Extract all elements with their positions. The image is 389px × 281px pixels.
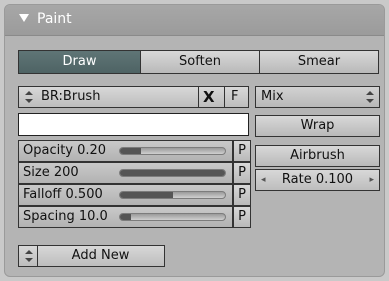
pressure-toggle-button[interactable]: P [233,184,251,206]
fake-user-button[interactable]: F [231,89,238,104]
brush-name[interactable]: BR:Brush [41,89,100,104]
divider [198,87,199,107]
blend-mode-value: Mix [261,89,284,104]
slider-label: Falloff 0.500 [23,187,103,202]
slider[interactable]: Falloff 0.500 [18,184,233,206]
slider-fill [120,214,131,220]
browse-icon[interactable] [25,250,33,262]
brush-color-swatch[interactable] [18,113,249,136]
airbrush-button[interactable]: Airbrush [255,145,380,167]
tab-smear[interactable]: Smear [259,50,379,74]
tab-draw[interactable]: Draw [18,50,141,74]
increment-arrow-icon[interactable]: ▸ [369,170,374,190]
slider-track[interactable] [119,147,226,155]
divider [224,87,225,107]
panel-title: Paint [37,11,72,27]
decrement-arrow-icon[interactable]: ◂ [261,170,266,190]
pressure-toggle-button[interactable]: P [233,206,251,228]
collapse-arrow-icon[interactable] [19,14,29,22]
panel-header[interactable]: Paint [5,5,384,36]
slider-label: Spacing 10.0 [23,209,108,224]
slider-fill [120,148,141,154]
clear-brush-button[interactable]: X [203,88,215,106]
dropdown-arrows-icon [366,91,374,103]
slider-label: Size 200 [23,165,79,180]
brush-datablock-field[interactable]: BR:Brush X F [18,86,249,108]
slider[interactable]: Opacity 0.20 [18,140,233,162]
slider-track[interactable] [119,191,226,199]
blend-mode-select[interactable]: Mix [255,86,380,108]
slider-track[interactable] [119,213,226,221]
wrap-button[interactable]: Wrap [255,115,380,137]
add-new-label: Add New [71,248,130,263]
paint-panel: Paint Draw Soften Smear BR:Brush X F Mix… [4,4,385,277]
pressure-toggle-button[interactable]: P [233,140,251,162]
slider-fill [120,170,225,176]
slider-label: Opacity 0.20 [23,143,107,158]
slider[interactable]: Size 200 [18,162,233,184]
tab-soften[interactable]: Soften [140,50,260,74]
slider-fill [120,192,173,198]
brush-browse-icon[interactable] [25,91,33,103]
slider[interactable]: Spacing 10.0 [18,206,233,228]
add-new-button[interactable]: Add New [18,245,165,267]
rate-field[interactable]: ◂ Rate 0.100 ▸ [255,169,380,191]
pressure-toggle-button[interactable]: P [233,162,251,184]
slider-track[interactable] [119,169,226,177]
rate-label: Rate 0.100 [281,172,354,187]
